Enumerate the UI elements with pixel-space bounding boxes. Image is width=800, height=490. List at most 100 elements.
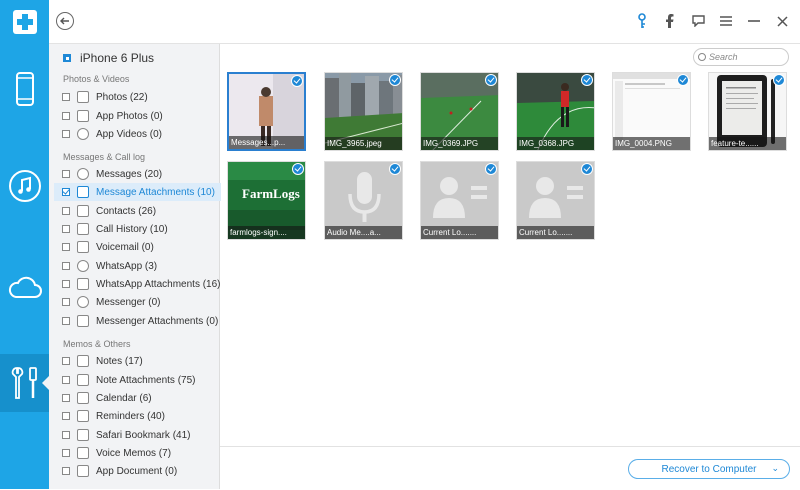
sidebar-item-voice-memos[interactable]: Voice Memos (7) xyxy=(62,444,222,462)
nav-icloud[interactable] xyxy=(0,258,49,316)
device-row[interactable]: iPhone 6 Plus xyxy=(63,51,154,65)
thumbnail[interactable]: FarmLogs farmlogs-sign.... xyxy=(227,161,306,240)
back-arrow-icon xyxy=(60,17,69,25)
nav-tools[interactable] xyxy=(0,354,49,412)
bookmark-icon xyxy=(77,429,89,441)
thumbnail-caption: Current Lo....... xyxy=(421,226,498,239)
checkbox[interactable] xyxy=(62,243,70,251)
check-icon[interactable] xyxy=(292,163,304,175)
back-button[interactable] xyxy=(56,12,74,30)
sidebar-item-app-document[interactable]: App Document (0) xyxy=(62,462,222,480)
check-icon[interactable] xyxy=(389,163,401,175)
sidebar-item-notes[interactable]: Notes (17) xyxy=(62,352,222,370)
thumbnail[interactable]: IMG_0368.JPG xyxy=(516,72,595,151)
top-bar xyxy=(49,0,800,44)
check-icon[interactable] xyxy=(677,74,689,86)
notes-icon xyxy=(77,355,89,367)
sidebar-item-messages[interactable]: Messages (20) xyxy=(62,165,222,183)
attachment-icon xyxy=(77,278,89,290)
thumbnail-caption: Audio Me....a... xyxy=(325,226,402,239)
thumbnail-caption: Messages...p... xyxy=(229,136,304,149)
voicemail-icon xyxy=(77,241,89,253)
checkbox[interactable] xyxy=(62,93,70,101)
checkbox[interactable] xyxy=(62,394,70,402)
sidebar-item-calendar[interactable]: Calendar (6) xyxy=(62,389,222,407)
whatsapp-icon xyxy=(77,260,89,272)
sidebar-item-voicemail[interactable]: Voicemail (0) xyxy=(62,238,222,256)
checkbox[interactable] xyxy=(62,357,70,365)
nav-device[interactable] xyxy=(0,60,49,118)
footer-bar: Recover to Computer ⌄ xyxy=(220,446,800,490)
section-title: Photos & Videos xyxy=(63,74,130,84)
checkbox[interactable] xyxy=(62,280,70,288)
checkbox[interactable] xyxy=(62,412,70,420)
sidebar-item-photos[interactable]: Photos (22) xyxy=(62,88,222,106)
checkbox[interactable] xyxy=(62,188,70,196)
checkbox[interactable] xyxy=(62,467,70,475)
search-input[interactable]: Search xyxy=(693,48,789,66)
checkbox[interactable] xyxy=(62,317,70,325)
sidebar-item-reminders[interactable]: Reminders (40) xyxy=(62,407,222,425)
checkbox[interactable] xyxy=(62,449,70,457)
checkbox[interactable] xyxy=(62,170,70,178)
attachment-icon xyxy=(77,315,89,327)
thumbnail[interactable]: IMG_0004.PNG xyxy=(612,72,691,151)
check-icon[interactable] xyxy=(485,163,497,175)
thumbnail[interactable]: IMG_3965.jpeg xyxy=(324,72,403,151)
check-icon[interactable] xyxy=(581,163,593,175)
chevron-down-icon[interactable]: ⌄ xyxy=(771,463,779,474)
thumbnail[interactable]: Messages...p... xyxy=(227,72,306,151)
sidebar-item-message-attachments[interactable]: Message Attachments (10) xyxy=(54,183,221,201)
thumbnail[interactable]: IMG_0369.JPG xyxy=(420,72,499,151)
app-photos-icon xyxy=(77,110,89,122)
feedback-icon[interactable] xyxy=(690,12,706,30)
check-icon[interactable] xyxy=(485,74,497,86)
check-icon[interactable] xyxy=(773,74,785,86)
sidebar-item-whatsapp[interactable]: WhatsApp (3) xyxy=(62,257,222,275)
sidebar-item-note-attachments[interactable]: Note Attachments (75) xyxy=(62,371,222,389)
check-icon[interactable] xyxy=(389,74,401,86)
phone-call-icon xyxy=(77,223,89,235)
thumbnail[interactable]: feature-te...... xyxy=(708,72,787,151)
checkbox[interactable] xyxy=(62,262,70,270)
close-icon[interactable] xyxy=(774,12,790,30)
note-attachment-icon xyxy=(77,374,89,386)
checkbox[interactable] xyxy=(62,298,70,306)
thumbnail[interactable]: Audio Me....a... xyxy=(324,161,403,240)
checkbox[interactable] xyxy=(62,130,70,138)
checkbox[interactable] xyxy=(62,207,70,215)
app-logo xyxy=(0,0,49,43)
recover-to-computer-button[interactable]: Recover to Computer ⌄ xyxy=(628,459,790,479)
sidebar-item-contacts[interactable]: Contacts (26) xyxy=(62,202,222,220)
minimize-icon[interactable] xyxy=(746,12,762,30)
message-icon xyxy=(77,168,89,180)
thumbnail-caption: feature-te...... xyxy=(709,137,786,150)
thumbnail[interactable]: Current Lo....... xyxy=(516,161,595,240)
voice-memo-icon xyxy=(77,447,89,459)
checkbox[interactable] xyxy=(62,431,70,439)
check-icon[interactable] xyxy=(581,74,593,86)
facebook-icon[interactable] xyxy=(662,12,678,30)
check-icon[interactable] xyxy=(291,75,303,87)
sidebar-item-app-photos[interactable]: App Photos (0) xyxy=(62,107,222,125)
sidebar-item-safari-bookmark[interactable]: Safari Bookmark (41) xyxy=(62,426,222,444)
section-title: Messages & Call log xyxy=(63,152,146,162)
menu-icon[interactable] xyxy=(718,12,734,30)
phone-icon xyxy=(15,72,34,106)
search-icon xyxy=(698,53,706,61)
key-icon[interactable] xyxy=(634,12,650,30)
section-title: Memos & Others xyxy=(63,339,131,349)
farmlogs-text: FarmLogs xyxy=(242,186,300,201)
nav-itunes[interactable] xyxy=(0,157,49,215)
sidebar-item-call-history[interactable]: Call History (10) xyxy=(62,220,222,238)
thumbnail[interactable]: Current Lo....... xyxy=(420,161,499,240)
sidebar-item-whatsapp-attachments[interactable]: WhatsApp Attachments (16) xyxy=(62,275,222,293)
sidebar-item-messenger[interactable]: Messenger (0) xyxy=(62,293,222,311)
sidebar-item-messenger-attachments[interactable]: Messenger Attachments (0) xyxy=(62,312,222,330)
checkbox[interactable] xyxy=(62,376,70,384)
sidebar-item-app-videos[interactable]: App Videos (0) xyxy=(62,125,222,143)
thumbnail-caption: IMG_0369.JPG xyxy=(421,137,498,150)
device-checkbox[interactable] xyxy=(63,54,71,62)
checkbox[interactable] xyxy=(62,225,70,233)
checkbox[interactable] xyxy=(62,112,70,120)
